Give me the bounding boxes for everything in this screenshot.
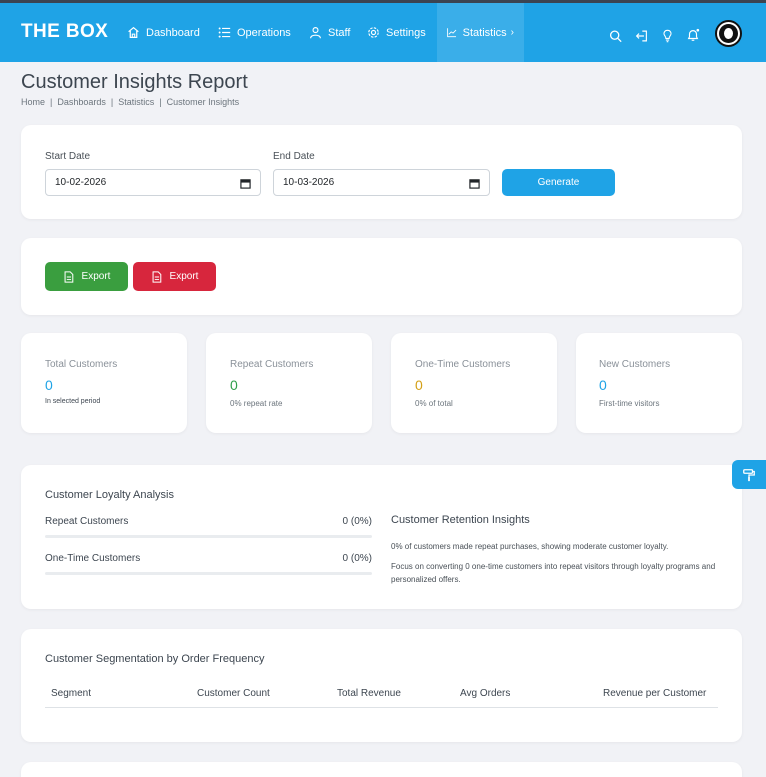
table-header-revenue-per-customer: Revenue per Customer: [603, 688, 707, 699]
calendar-icon[interactable]: [240, 178, 251, 189]
stat-value: 0: [415, 377, 423, 393]
retention-insight-text: 0% of customers made repeat purchases, s…: [391, 542, 669, 551]
user-icon: [310, 27, 321, 39]
table-header-total-revenue: Total Revenue: [337, 688, 401, 699]
nav-dashboard[interactable]: Dashboard: [127, 3, 200, 62]
export-excel-button[interactable]: Export: [45, 262, 128, 291]
table-header-customer-count: Customer Count: [197, 688, 270, 699]
end-date-input[interactable]: 10-03-2026: [273, 169, 490, 196]
stat-note: 0% of total: [415, 399, 453, 408]
start-date-label: Start Date: [45, 151, 91, 162]
stat-value: 0: [45, 377, 53, 393]
chevron-right-icon: ›: [510, 27, 514, 38]
bell-icon[interactable]: [686, 25, 700, 45]
paint-roller-icon: [743, 468, 755, 481]
logout-icon[interactable]: [635, 26, 648, 46]
theme-customizer-tab[interactable]: [732, 460, 766, 489]
stat-note: In selected period: [45, 398, 101, 405]
table-header-avg-orders: Avg Orders: [460, 688, 511, 699]
avatar[interactable]: [715, 20, 742, 47]
stat-note: 0% repeat rate: [230, 399, 283, 408]
search-icon[interactable]: [609, 26, 622, 46]
document-icon: [64, 270, 73, 283]
breadcrumb: Home | Dashboards | Statistics | Customer Insi…: [21, 97, 240, 107]
retention-recommendation-text: Focus on converting 0 one-time customers…: [391, 562, 716, 584]
lightbulb-icon[interactable]: [661, 26, 674, 46]
one-time-progress-bar: [45, 572, 372, 575]
start-date-input[interactable]: 10-02-2026: [45, 169, 261, 196]
loyalty-row-value: 0 (0%): [342, 553, 372, 564]
stat-value: 0: [599, 377, 607, 393]
stat-title: Total Customers: [45, 359, 118, 370]
nav-operations[interactable]: Operations: [218, 3, 291, 62]
export-pdf-label: Export: [169, 271, 199, 282]
loyalty-title: Customer Loyalty Analysis: [45, 489, 174, 501]
nav-staff[interactable]: Staff: [309, 3, 350, 62]
top-navbar: THE BOX Dashboard Operations Staff Setti…: [0, 3, 766, 62]
generate-button[interactable]: Generate: [502, 169, 615, 196]
loyalty-row-value: 0 (0%): [342, 516, 372, 527]
repeat-progress-bar: [45, 535, 372, 538]
nav-staff-label: Staff: [328, 26, 351, 39]
segmentation-card: [21, 629, 742, 742]
next-section-card: [21, 762, 742, 777]
loyalty-row-label: One-Time Customers: [45, 553, 141, 564]
gear-icon: [368, 27, 379, 38]
stat-title: Repeat Customers: [230, 359, 314, 370]
list-icon: [218, 27, 231, 38]
avatar-image: [719, 24, 738, 43]
nav-dashboard-label: Dashboard: [146, 26, 200, 39]
page-title: Customer Insights Report: [21, 71, 248, 93]
breadcrumb-customer-insights: Customer Insights: [166, 97, 240, 107]
retention-insights-title: Customer Retention Insights: [391, 514, 530, 526]
brand-logo[interactable]: THE BOX: [21, 21, 108, 43]
stat-title: One-Time Customers: [415, 359, 511, 370]
breadcrumb-statistics[interactable]: Statistics: [118, 97, 154, 107]
breadcrumb-home[interactable]: Home: [21, 97, 45, 107]
home-icon: [128, 26, 139, 38]
loyalty-row-label: Repeat Customers: [45, 516, 129, 527]
nav-statistics-label: Statistics: [462, 26, 507, 39]
stat-value: 0: [230, 377, 238, 393]
export-pdf-button[interactable]: Export: [133, 262, 216, 291]
table-header-divider: [45, 707, 718, 708]
chart-line-icon: [447, 28, 457, 38]
export-excel-label: Export: [81, 271, 111, 282]
stat-title: New Customers: [599, 359, 671, 370]
end-date-label: End Date: [273, 151, 315, 162]
stat-note: First-time visitors: [599, 399, 660, 408]
end-date-value: 10-03-2026: [283, 177, 335, 188]
table-header-segment: Segment: [51, 688, 92, 699]
nav-operations-label: Operations: [237, 26, 291, 39]
breadcrumb-dashboards[interactable]: Dashboards: [57, 97, 106, 107]
export-card: [21, 238, 742, 315]
start-date-value: 10-02-2026: [55, 177, 107, 188]
segmentation-title: Customer Segmentation by Order Frequency: [45, 653, 265, 665]
nav-statistics[interactable]: Statistics ›: [437, 3, 524, 62]
document-icon: [152, 270, 161, 283]
nav-settings[interactable]: Settings: [367, 3, 426, 62]
nav-settings-label: Settings: [386, 26, 426, 39]
calendar-icon[interactable]: [469, 178, 480, 189]
